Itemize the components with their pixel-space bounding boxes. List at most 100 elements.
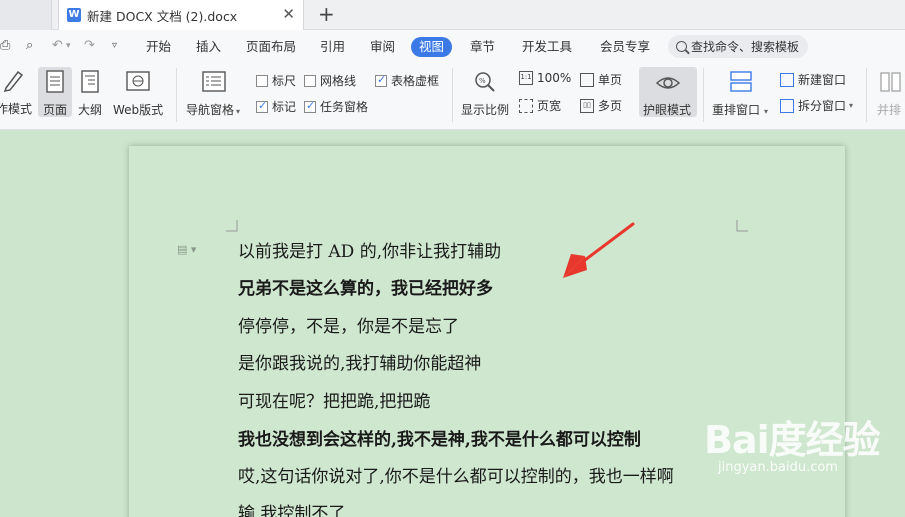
- multi-page-icon: ▯▯: [580, 98, 594, 113]
- write-mode-button[interactable]: 作模式: [0, 66, 34, 118]
- web-view-label: Web版式: [113, 103, 164, 117]
- gridlines-label: 网格线: [320, 74, 357, 88]
- page-view-label: 页面: [43, 103, 68, 117]
- margin-corner-top-left: [226, 220, 238, 232]
- split-window-icon: [780, 98, 794, 113]
- new-window-icon: [780, 72, 794, 87]
- mark-checkbox[interactable]: 标记: [256, 98, 296, 115]
- table-border-checkbox-box: [375, 73, 387, 87]
- outline-view-label: 大纲: [78, 103, 103, 117]
- ruler-checkbox[interactable]: 标尺: [256, 72, 296, 89]
- chevron-down-icon: ▾: [764, 107, 769, 116]
- undo-dropdown-icon[interactable]: ▾: [66, 39, 71, 53]
- gridlines-checkbox-box: [304, 74, 316, 87]
- menu-view[interactable]: 视图: [411, 37, 453, 57]
- search-icon: [676, 41, 687, 52]
- document-line[interactable]: 兄弟不是这么算的，我已经把好多: [238, 279, 493, 299]
- customize-toolbar-icon[interactable]: ▿: [112, 39, 117, 53]
- menu-review[interactable]: 审阅: [370, 37, 395, 57]
- ribbon-separator: [866, 68, 867, 122]
- menu-chapter[interactable]: 章节: [470, 37, 495, 57]
- ribbon-separator: [452, 68, 453, 122]
- document-line[interactable]: 哎,这句话你说对了,你不是什么都可以控制的，我也一样啊: [238, 467, 674, 487]
- eye-icon: [655, 77, 681, 89]
- eye-protection-mode-button[interactable]: 护眼模式: [639, 67, 697, 117]
- zoom-label: 显示比例: [461, 103, 510, 117]
- menu-home[interactable]: 开始: [146, 37, 171, 57]
- undo-icon[interactable]: ↶: [52, 39, 63, 53]
- command-search[interactable]: 查找命令、搜索模板: [668, 35, 808, 58]
- chevron-down-icon: ▾: [849, 101, 854, 110]
- navigation-pane-button[interactable]: 导航窗格 ▾: [184, 67, 246, 117]
- multi-page-label: 多页: [598, 99, 623, 113]
- actual-size-icon: 1:1: [519, 71, 533, 85]
- close-tab-icon[interactable]: ✕: [282, 6, 295, 22]
- paragraph-handle-icon[interactable]: ▤ ▾: [177, 243, 196, 256]
- pencil-icon: [3, 70, 24, 92]
- document-tab-title: 新建 DOCX 文档 (2).docx: [87, 8, 238, 24]
- redo-icon[interactable]: ↷: [84, 39, 95, 53]
- zoom-icon: %: [475, 72, 495, 92]
- gridlines-checkbox[interactable]: 网格线: [304, 72, 356, 89]
- baidu-jingyan-watermark: Bai度经验 jingyan.baidu.com: [704, 418, 881, 475]
- page-width-label: 页宽: [537, 99, 562, 113]
- side-by-side-icon: [880, 72, 901, 92]
- outline-icon: [81, 70, 99, 93]
- rearrange-window-button[interactable]: 重排窗口 ▾: [710, 67, 772, 117]
- new-window-label: 新建窗口: [798, 73, 847, 87]
- ribbon-separator: [176, 68, 177, 122]
- mark-checkbox-box: [256, 99, 268, 113]
- page-icon: [46, 70, 64, 93]
- zoom-100-button[interactable]: 1:1 100%: [519, 71, 571, 85]
- single-page-button[interactable]: 单页: [580, 71, 622, 88]
- search-placeholder: 查找命令、搜索模板: [691, 40, 800, 54]
- print-icon[interactable]: ⎙: [0, 39, 10, 53]
- table-border-checkbox[interactable]: 表格虚框: [375, 72, 439, 89]
- document-line[interactable]: 以前我是打 AD 的,你非让我打辅助: [238, 242, 501, 262]
- document-line[interactable]: 是你跟我说的,我打辅助你能超神: [238, 354, 481, 374]
- docx-file-icon: W: [67, 8, 81, 22]
- document-line[interactable]: 停停停，不是，你是不是忘了: [238, 317, 459, 337]
- ruler-label: 标尺: [272, 74, 297, 88]
- split-window-label: 拆分窗口: [798, 99, 847, 113]
- new-window-button[interactable]: 新建窗口: [780, 71, 846, 88]
- document-line[interactable]: 可现在呢？把把跪,把把跪: [238, 392, 430, 412]
- multi-page-button[interactable]: ▯▯ 多页: [580, 97, 622, 114]
- outline-view-button[interactable]: 大纲: [76, 67, 106, 117]
- side-by-side-button[interactable]: 并排: [874, 67, 905, 117]
- ribbon-separator: [703, 68, 704, 122]
- web-view-button[interactable]: Web版式: [112, 67, 168, 117]
- side-by-side-label: 并排: [877, 103, 902, 117]
- print-preview-icon[interactable]: ⌕: [26, 39, 33, 53]
- menu-developer-tools[interactable]: 开发工具: [522, 37, 572, 57]
- zoom-button[interactable]: % 显示比例: [459, 67, 513, 117]
- view-ribbon: 作模式 页面 大纲 Web版式 导航窗格 ▾ 标尺 网格线 ✓ 表格虚框 ✓ 标…: [0, 62, 905, 130]
- chevron-down-icon: ▾: [236, 107, 241, 116]
- navigation-pane-label: 导航窗格: [186, 103, 235, 117]
- page-width-icon: [519, 98, 533, 113]
- ruler-checkbox-box: [256, 74, 268, 87]
- svg-text:%: %: [479, 77, 486, 85]
- menu-page-layout[interactable]: 页面布局: [246, 37, 296, 57]
- eye-protection-mode-label: 护眼模式: [643, 103, 692, 117]
- mark-label: 标记: [272, 100, 297, 114]
- page-view-button[interactable]: 页面: [38, 67, 72, 117]
- home-tab[interactable]: [0, 0, 52, 30]
- document-line[interactable]: 我也没想到会这样的,我不是神,我不是什么都可以控制: [238, 430, 641, 450]
- new-tab-button[interactable]: +: [318, 3, 335, 25]
- task-pane-checkbox[interactable]: 任务窗格: [304, 98, 368, 115]
- page-width-button[interactable]: 页宽: [519, 97, 561, 114]
- menu-member[interactable]: 会员专享: [600, 37, 650, 57]
- watermark-logo: Bai度经验: [704, 418, 881, 462]
- table-border-label: 表格虚框: [391, 74, 440, 88]
- menu-insert[interactable]: 插入: [196, 37, 221, 57]
- split-window-button[interactable]: 拆分窗口 ▾: [780, 97, 853, 114]
- single-page-label: 单页: [598, 73, 623, 87]
- zoom-100-label: 100%: [537, 71, 572, 85]
- document-tab[interactable]: W 新建 DOCX 文档 (2).docx ✕: [58, 0, 304, 30]
- document-line[interactable]: 输,我控制不了: [238, 504, 345, 517]
- menu-references[interactable]: 引用: [320, 37, 345, 57]
- write-mode-label: 作模式: [0, 102, 33, 116]
- web-layout-icon: [126, 71, 150, 91]
- rearrange-window-icon: [730, 71, 752, 92]
